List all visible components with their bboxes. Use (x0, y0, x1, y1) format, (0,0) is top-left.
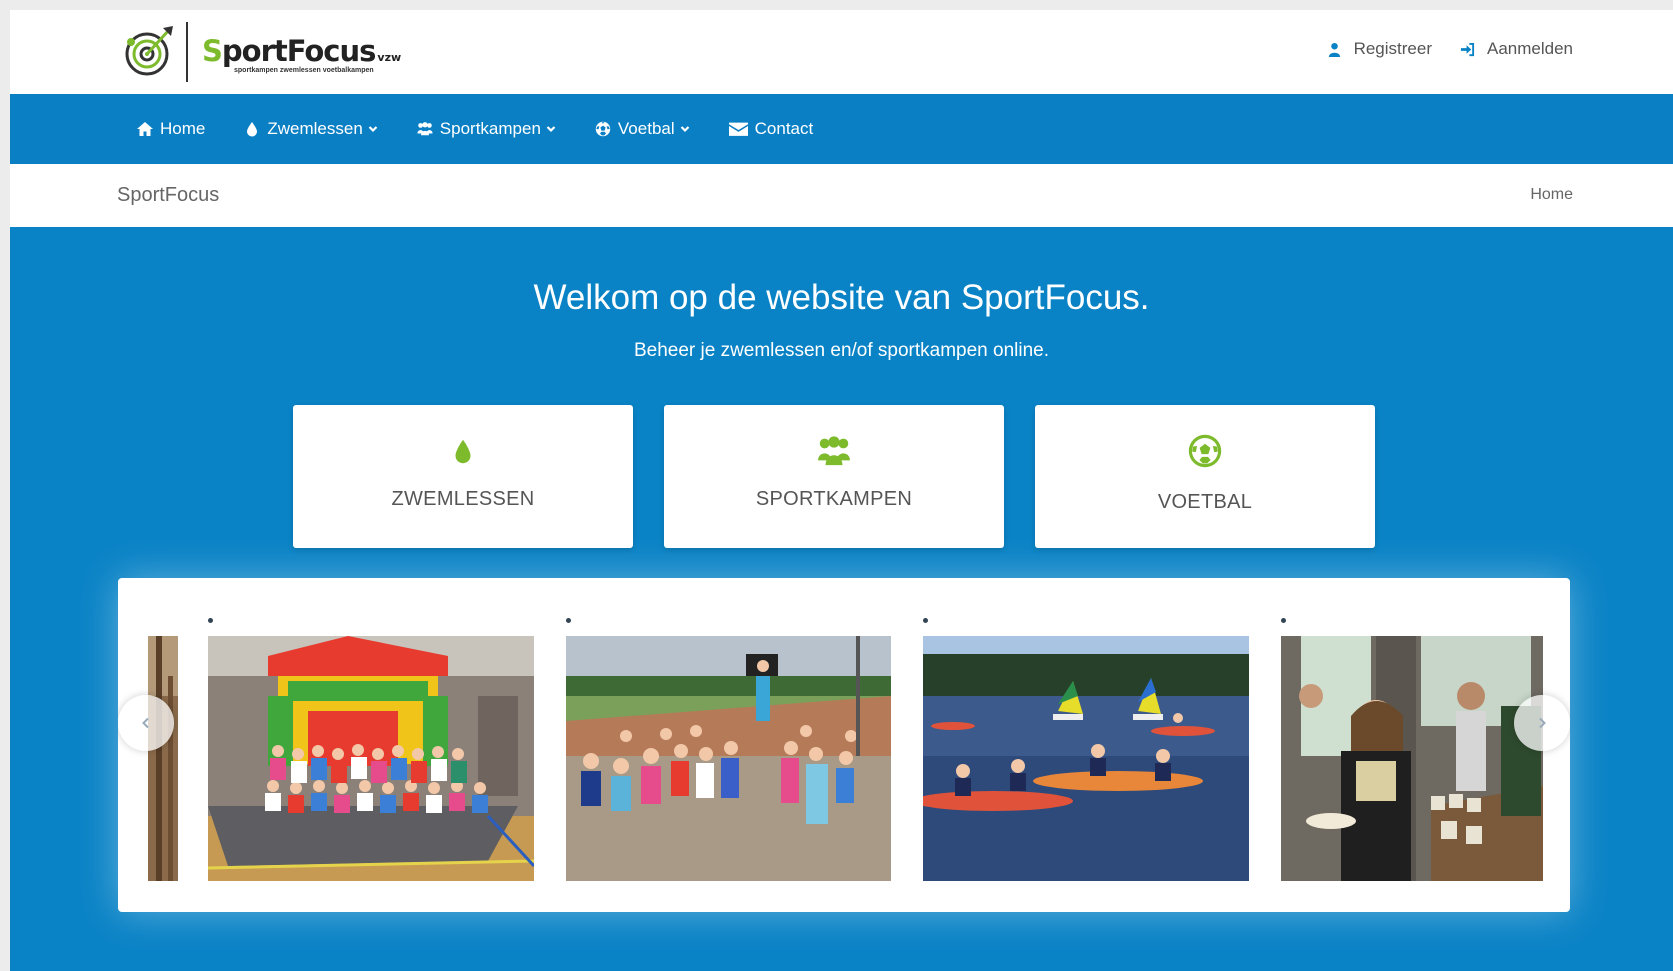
nav-item-label: Voetbal (617, 119, 675, 138)
login-link[interactable]: Aanmelden (1460, 39, 1573, 59)
slide-indicator[interactable] (208, 618, 213, 623)
nav-item-sportkampen[interactable]: Sportkampen (417, 119, 556, 139)
kitchen-photo (1281, 636, 1543, 881)
soccer-ball-icon (595, 121, 611, 137)
breadcrumb-home-link[interactable]: Home (1530, 186, 1573, 204)
logo-divider (186, 22, 188, 82)
card-sportkampen[interactable]: SPORTKAMPEN (664, 405, 1004, 548)
card-voetbal[interactable]: VOETBAL (1035, 405, 1375, 548)
users-icon (417, 122, 433, 136)
hero-subtitle: Beheer je zwemlessen en/of sportkampen o… (633, 340, 1050, 361)
slide-image[interactable] (566, 636, 891, 881)
target-logo-icon (125, 26, 173, 76)
page-title: SportFocus (117, 184, 220, 206)
chevron-down-icon (680, 126, 689, 133)
slide-image[interactable] (208, 636, 534, 881)
drop-icon (455, 439, 471, 464)
drop-icon (247, 122, 258, 137)
chevron-down-icon (546, 126, 556, 133)
soccer-ball-icon (1188, 434, 1222, 468)
slide-indicator[interactable] (923, 618, 928, 623)
slide-indicator[interactable] (1281, 618, 1286, 623)
top-header: SportFocus vzw sportkampen zwemlessen voe… (10, 10, 1673, 94)
card-label: VOETBAL (1157, 491, 1253, 513)
login-label: Aanmelden (1486, 39, 1573, 58)
bouncy-castle-photo (208, 636, 534, 881)
photo-carousel (118, 578, 1570, 912)
nav-item-label: Contact (754, 119, 814, 138)
user-links: Registreer Aanmelden (1327, 39, 1573, 59)
breadcrumb: SportFocus Home (10, 164, 1673, 227)
carousel-prev-button[interactable] (118, 695, 174, 751)
home-icon (137, 122, 153, 136)
feature-cards: ZWEMLESSEN SPORTKAMPEN VOETBAL (293, 405, 1375, 548)
kids-outdoor-photo (566, 636, 891, 881)
nav-item-contact[interactable]: Contact (728, 119, 814, 139)
chevron-down-icon (368, 126, 378, 133)
slide-indicator[interactable] (566, 618, 571, 623)
nav-item-label: Sportkampen (439, 119, 541, 138)
nav-item-label: Zwemlessen (267, 119, 363, 138)
kayak-lake-photo (923, 636, 1249, 881)
card-label: SPORTKAMPEN (755, 488, 913, 510)
logo-tagline: sportkampen zwemlessen voetbalkampen (234, 67, 374, 74)
chevron-right-icon (1539, 717, 1546, 729)
forest-photo (148, 636, 178, 881)
register-label: Registreer (1353, 39, 1432, 58)
hero-title: Welkom op de website van SportFocus. (533, 278, 1150, 317)
users-icon (818, 436, 850, 466)
card-zwemlessen[interactable]: ZWEMLESSEN (293, 405, 633, 548)
slide-image[interactable] (1281, 636, 1543, 881)
envelope-icon (728, 122, 748, 136)
card-label: ZWEMLESSEN (391, 488, 535, 510)
nav-item-voetbal[interactable]: Voetbal (595, 119, 690, 139)
sportfocus-logo[interactable]: SportFocus vzw sportkampen zwemlessen voe… (123, 16, 423, 86)
partial-slide-image (148, 636, 178, 881)
nav-item-zwemlessen[interactable]: Zwemlessen (244, 119, 378, 139)
chevron-left-icon (142, 717, 149, 729)
carousel-next-button[interactable] (1514, 695, 1570, 751)
slide-image[interactable] (923, 636, 1249, 881)
nav-item-home[interactable]: Home (137, 119, 205, 139)
logo-wordmark: SportFocus vzw (202, 34, 402, 68)
user-icon (1328, 42, 1340, 57)
page: SportFocus vzw sportkampen zwemlessen voe… (10, 10, 1673, 971)
register-link[interactable]: Registreer (1327, 39, 1432, 59)
nav-item-label: Home (160, 119, 206, 138)
main-nav: Home Zwemlessen Sportkampen Voetbal Cont… (10, 94, 1673, 164)
sign-in-icon (1460, 42, 1475, 56)
